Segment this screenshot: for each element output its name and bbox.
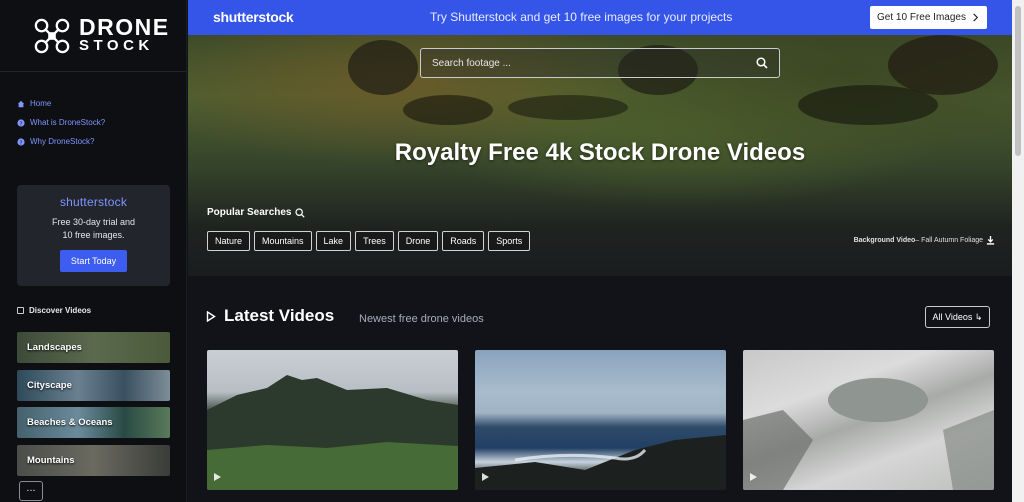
home-icon xyxy=(17,100,25,107)
promo-line2: 10 free images. xyxy=(62,230,125,241)
category-mountains[interactable]: Mountains xyxy=(17,445,170,476)
hero-title: Royalty Free 4k Stock Drone Videos xyxy=(394,139,806,166)
promo-line1: Free 30-day trial and xyxy=(51,217,136,227)
search-input[interactable]: Search footage ... xyxy=(420,48,780,78)
film-icon xyxy=(17,307,24,314)
tag-roads[interactable]: Roads xyxy=(442,231,485,251)
search-icon[interactable] xyxy=(756,57,768,69)
latest-videos-title: Latest Videos xyxy=(224,306,335,325)
category-label: Cityscape xyxy=(27,380,72,391)
cta-label: Get 10 Free Images xyxy=(877,12,966,23)
snow-thumbnail-art xyxy=(743,378,994,490)
discover-videos-heading: Discover Videos xyxy=(17,306,91,315)
tag-lake[interactable]: Lake xyxy=(315,231,352,251)
logo-text: DRONE STOCK xyxy=(79,14,170,55)
all-videos-button[interactable]: All Videos ↳ xyxy=(925,306,990,328)
svg-text:?: ? xyxy=(20,140,23,146)
tag-trees[interactable]: Trees xyxy=(355,231,394,251)
question-icon: ? xyxy=(17,137,25,146)
download-icon[interactable] xyxy=(986,236,995,245)
discover-label: Discover Videos xyxy=(29,306,92,315)
tag-nature[interactable]: Nature xyxy=(207,231,251,251)
app: DRONE STOCK Home ? What is DroneStock? ?… xyxy=(0,0,1024,502)
category-label: Beaches & Oceans xyxy=(27,417,113,428)
latest-videos-heading: Latest Videos xyxy=(206,306,334,326)
start-today-button[interactable]: Start Today xyxy=(59,250,128,273)
sidebar-item-home[interactable]: Home xyxy=(17,94,105,113)
sidebar-item-why[interactable]: ? Why DroneStock? xyxy=(17,132,105,151)
video-thumbnail[interactable] xyxy=(207,350,458,490)
search-placeholder: Search footage ... xyxy=(432,57,511,69)
tree-shape xyxy=(348,40,418,95)
chevron-right-icon xyxy=(973,13,979,22)
popular-searches-heading: Popular Searches xyxy=(207,207,306,218)
popular-tags: Nature Mountains Lake Trees Drone Roads … xyxy=(207,231,534,251)
search-icon xyxy=(295,207,306,218)
logo-line2: STOCK xyxy=(79,37,154,55)
category-landscapes[interactable]: Landscapes xyxy=(17,332,170,363)
latest-videos-subtitle: Newest free drone videos xyxy=(359,313,484,325)
popular-label: Popular Searches xyxy=(207,207,292,218)
more-categories-button[interactable]: ... xyxy=(19,481,43,501)
sidebar-nav: Home ? What is DroneStock? ? Why DroneSt… xyxy=(17,94,105,151)
hero-section: Search footage ... Royalty Free 4k Stock… xyxy=(188,35,1012,276)
bg-video-label: Background Video xyxy=(853,237,916,244)
promo-description: Free 30-day trial and 10 free images. xyxy=(17,216,170,242)
sidebar: DRONE STOCK Home ? What is DroneStock? ?… xyxy=(0,0,187,502)
sidebar-item-label: What is DroneStock? xyxy=(30,118,106,127)
background-video-credit[interactable]: Background Video – Fall Autumn Foliage xyxy=(854,236,995,245)
sidebar-item-label: Why DroneStock? xyxy=(30,137,95,146)
tag-sports[interactable]: Sports xyxy=(488,231,531,251)
play-icon xyxy=(482,473,489,481)
tree-shadow xyxy=(403,95,493,125)
logo[interactable]: DRONE STOCK xyxy=(0,0,187,72)
sidebar-item-what-is[interactable]: ? What is DroneStock? xyxy=(17,113,105,132)
tag-drone[interactable]: Drone xyxy=(397,231,439,251)
video-thumbnail[interactable] xyxy=(743,350,994,490)
banner-brand[interactable]: shutterstock xyxy=(213,9,294,25)
tree-shadow xyxy=(508,95,628,120)
category-cityscape[interactable]: Cityscape xyxy=(17,370,170,401)
tag-mountains[interactable]: Mountains xyxy=(254,231,312,251)
category-label: Mountains xyxy=(27,455,75,466)
category-beaches-oceans[interactable]: Beaches & Oceans xyxy=(17,407,170,438)
scrollbar-thumb[interactable] xyxy=(1015,6,1021,156)
promo-brand: shutterstock xyxy=(59,195,128,209)
play-icon xyxy=(214,473,221,481)
question-icon: ? xyxy=(17,118,25,127)
ocean-thumbnail-art xyxy=(475,435,726,490)
category-label: Landscapes xyxy=(27,342,82,353)
svg-text:?: ? xyxy=(20,121,23,127)
banner-promo-text: Try Shutterstock and get 10 free images … xyxy=(430,10,733,24)
get-free-images-button[interactable]: Get 10 Free Images xyxy=(870,6,987,29)
page-scrollbar[interactable] xyxy=(1012,0,1024,502)
sidebar-item-label: Home xyxy=(30,99,52,108)
play-outline-icon xyxy=(206,310,216,322)
shutterstock-promo-card: shutterstock Free 30-day trial and 10 fr… xyxy=(17,185,170,286)
mountain-thumbnail-art xyxy=(207,375,458,490)
play-icon xyxy=(750,473,757,481)
bg-video-title: – Fall Autumn Foliage xyxy=(915,237,983,244)
shutterstock-banner: shutterstock Try Shutterstock and get 10… xyxy=(188,0,1012,35)
drone-logo-icon xyxy=(34,18,70,53)
logo-line1: DRONE xyxy=(79,14,170,41)
video-thumbnail[interactable] xyxy=(475,350,726,490)
tree-shape xyxy=(888,35,998,95)
